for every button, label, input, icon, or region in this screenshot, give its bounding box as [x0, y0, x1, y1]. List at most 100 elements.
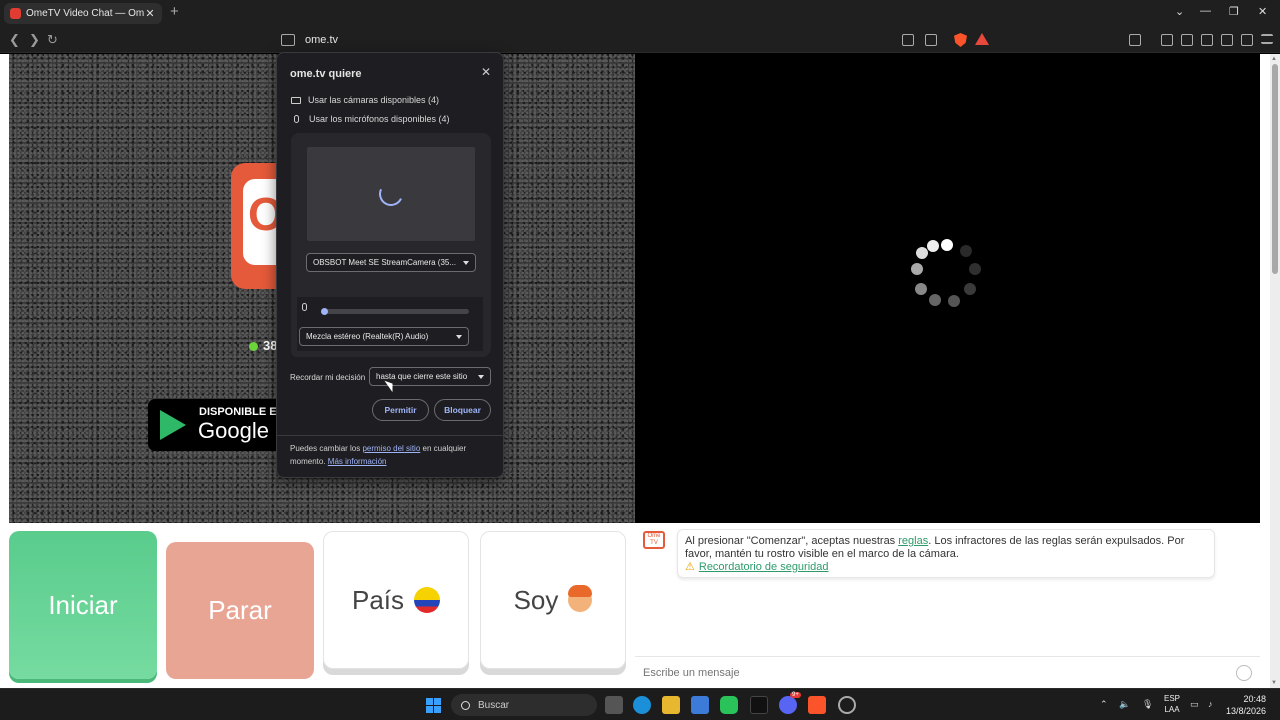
- task-view-icon[interactable]: [605, 696, 623, 714]
- warning-icon: ⚠: [685, 561, 695, 573]
- start-button[interactable]: Iniciar: [9, 531, 157, 679]
- online-status-icon: [249, 342, 258, 351]
- file-explorer-icon[interactable]: [662, 696, 680, 714]
- sidebar-toggle-icon[interactable]: [1129, 34, 1141, 46]
- brave-icon[interactable]: [808, 696, 826, 714]
- maximize-button[interactable]: ❐: [1229, 5, 1239, 18]
- chat-panel: Ome TV Al presionar "Comenzar", aceptas …: [635, 523, 1260, 688]
- wallet-icon[interactable]: [1201, 34, 1213, 46]
- camera-preview: [307, 147, 475, 241]
- gender-label: Soy: [513, 584, 559, 615]
- date: 13/8/2026: [1226, 706, 1267, 716]
- speaker-icon[interactable]: ♪: [1208, 699, 1213, 709]
- scroll-thumb[interactable]: [1272, 64, 1278, 274]
- google-play-badge[interactable]: DISPONIBLE EN Google P: [148, 399, 290, 451]
- loading-spinner-icon: [911, 239, 983, 311]
- edge-icon[interactable]: [633, 696, 651, 714]
- remember-label: Recordar mi decisión: [290, 373, 366, 382]
- page-content: O 38 DISPONIBLE EN Google P Iniciar Para…: [0, 54, 1270, 688]
- microphone-select[interactable]: Mezcla estéreo (Realtek(R) Audio): [299, 327, 469, 346]
- media-icon[interactable]: [1161, 34, 1173, 46]
- tab-title: OmeTV Video Chat — Omegle R: [26, 8, 144, 19]
- microphone-panel: Mezcla estéreo (Realtek(R) Audio): [291, 291, 489, 357]
- scroll-down-icon[interactable]: ▼: [1271, 680, 1277, 686]
- app-icon[interactable]: [838, 696, 856, 714]
- address-bar[interactable]: ome.tv: [275, 30, 995, 50]
- windows-start-icon[interactable]: [426, 698, 441, 713]
- language-indicator[interactable]: ESP LAA: [1164, 693, 1180, 715]
- site-info-icon[interactable]: [281, 34, 295, 46]
- permission-dialog: ome.tv quiere ✕ Usar las cámaras disponi…: [276, 52, 504, 478]
- message-input-bar: [635, 656, 1260, 688]
- tab-close-icon[interactable]: ✕: [144, 7, 156, 20]
- browser-tab[interactable]: OmeTV Video Chat — Omegle R ✕: [4, 3, 162, 24]
- country-label: País: [351, 584, 405, 615]
- discord-badge: 9+: [790, 692, 801, 698]
- tradingview-icon[interactable]: [750, 696, 768, 714]
- camera-permission-row: Usar las cámaras disponibles (4): [291, 95, 439, 105]
- tab-list-icon[interactable]: ⌄: [1175, 5, 1184, 18]
- system-message: Al presionar "Comenzar", aceptas nuestra…: [677, 529, 1215, 578]
- title-bar: OmeTV Video Chat — Omegle R ✕ + ⌄ — ❐ ✕: [0, 0, 1280, 27]
- back-icon[interactable]: ❮: [9, 32, 20, 48]
- camera-select[interactable]: OBSBOT Meet SE StreamCamera (35...: [306, 253, 476, 272]
- microphone-tray-icon[interactable]: 🎙: [1142, 699, 1153, 710]
- clock[interactable]: 20:48 13/8/2026: [1226, 693, 1266, 717]
- menu-icon[interactable]: [1261, 34, 1273, 44]
- chevron-down-icon: [456, 335, 462, 339]
- tray-overflow-icon[interactable]: ⌃: [1100, 699, 1108, 710]
- search-icon: [461, 700, 470, 710]
- vpn-icon[interactable]: [1241, 34, 1253, 46]
- browser-toolbar: ❮ ❯ ↻ ome.tv: [0, 27, 1280, 53]
- translate-icon[interactable]: [902, 34, 914, 46]
- minimize-button[interactable]: —: [1200, 5, 1211, 17]
- taskbar: Buscar 9+ ⌃ 🔈 🎙 ESP LAA ▭ ♪ 20:48 13/8/2…: [0, 688, 1280, 720]
- close-icon[interactable]: ✕: [481, 65, 491, 79]
- close-window-button[interactable]: ✕: [1258, 5, 1267, 18]
- chevron-down-icon: [478, 375, 484, 379]
- camera-select-value: OBSBOT Meet SE StreamCamera (35...: [313, 258, 457, 267]
- whatsapp-icon[interactable]: [720, 696, 738, 714]
- chevron-down-icon: [463, 261, 469, 265]
- time: 20:48: [1243, 694, 1267, 704]
- store-icon[interactable]: [691, 696, 709, 714]
- leo-ai-icon[interactable]: [1221, 34, 1233, 46]
- microphone-select-value: Mezcla estéreo (Realtek(R) Audio): [306, 332, 429, 341]
- camera-permission-text: Usar las cámaras disponibles (4): [308, 95, 440, 105]
- reader-icon[interactable]: [1181, 34, 1193, 46]
- loading-spinner-icon: [375, 178, 407, 210]
- ometv-favicon-icon: [10, 8, 21, 19]
- scroll-up-icon[interactable]: ▲: [1271, 56, 1277, 62]
- brave-rewards-icon[interactable]: [975, 33, 989, 45]
- mic-permission-row: Usar los micrófonos disponibles (4): [291, 114, 450, 124]
- allow-button[interactable]: Permitir: [372, 399, 429, 421]
- message-prefix: Al presionar "Comenzar", aceptas nuestra…: [685, 535, 899, 547]
- stop-button[interactable]: Parar: [166, 542, 314, 679]
- divider: [277, 435, 503, 436]
- microphone-icon: [294, 115, 299, 123]
- gender-button[interactable]: Soy: [480, 531, 626, 669]
- more-info-link[interactable]: Más información: [328, 457, 387, 466]
- page-scrollbar[interactable]: ▲ ▼: [1270, 54, 1280, 688]
- mic-permission-text: Usar los micrófonos disponibles (4): [309, 114, 450, 124]
- safety-reminder-link[interactable]: Recordatorio de seguridad: [699, 561, 829, 573]
- site-permission-link[interactable]: permiso del sitio: [362, 444, 420, 453]
- cast-icon[interactable]: [925, 34, 937, 46]
- new-tab-button[interactable]: +: [170, 3, 179, 20]
- taskbar-search[interactable]: Buscar: [451, 694, 597, 716]
- discord-icon[interactable]: [779, 696, 797, 714]
- forward-icon[interactable]: ❯: [29, 32, 40, 48]
- block-button[interactable]: Bloquear: [434, 399, 491, 421]
- emoji-icon[interactable]: [1236, 665, 1252, 681]
- network-icon[interactable]: ▭: [1190, 699, 1199, 710]
- mic-level-indicator: [321, 308, 328, 315]
- permission-footer: Puedes cambiar los permiso del sitio en …: [290, 444, 467, 466]
- camera-icon: [291, 96, 301, 104]
- message-input[interactable]: [643, 666, 1203, 679]
- rules-link[interactable]: reglas: [898, 535, 928, 547]
- boy-emoji-icon: [568, 585, 593, 612]
- volume-icon[interactable]: 🔈: [1119, 699, 1130, 710]
- country-button[interactable]: País: [323, 531, 469, 669]
- reload-icon[interactable]: ↻: [47, 32, 58, 48]
- microphone-icon: [302, 303, 307, 311]
